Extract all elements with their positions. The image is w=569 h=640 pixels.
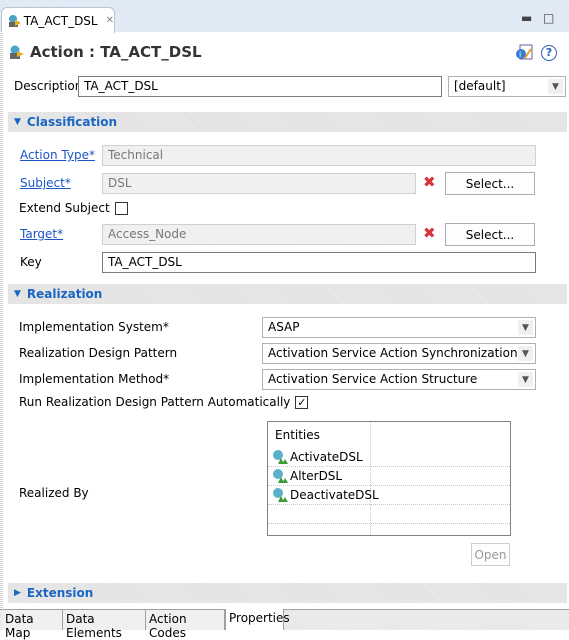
classification-section-header[interactable]: ▼ Classification (8, 112, 567, 132)
bottom-tab-bar: Data Map Data Elements Action Codes Prop… (0, 609, 569, 640)
svg-text:i: i (519, 50, 521, 59)
collapse-triangle-icon: ▶ (14, 588, 21, 598)
design-pattern-select[interactable]: Activation Service Action Synchronizatio… (262, 343, 536, 364)
run-auto-label: Run Realization Design Pattern Automatic… (19, 395, 291, 409)
extend-subject-label: Extend Subject (19, 201, 110, 215)
action-type-link[interactable]: Action Type* (20, 148, 95, 162)
tab-properties[interactable]: Properties (225, 609, 290, 630)
close-icon[interactable]: ✕ (106, 15, 114, 26)
implementation-system-select[interactable]: ASAP ▼ (262, 317, 536, 338)
section-title: Classification (26, 115, 118, 129)
realized-by-label: Realized By (19, 486, 89, 500)
expand-triangle-icon: ▼ (14, 289, 21, 299)
implementation-method-value: Activation Service Action Structure (268, 372, 478, 386)
section-title: Realization (26, 287, 103, 301)
design-pattern-value: Activation Service Action Synchronizatio… (268, 346, 518, 360)
help-icon[interactable]: ? (541, 44, 557, 61)
maximize-icon[interactable]: □ (543, 11, 554, 25)
entity-icon (273, 450, 288, 464)
editor-tab-label: TA_ACT_DSL (23, 13, 98, 28)
target-link[interactable]: Target* (20, 227, 63, 241)
subject-field: DSL (102, 173, 416, 194)
description-label: Description (14, 79, 83, 93)
info-edit-icon[interactable]: i (515, 44, 533, 61)
tab-data-map[interactable]: Data Map (2, 610, 63, 640)
page-title: Action : TA_ACT_DSL (30, 43, 202, 61)
editor-title-bar: TA_ACT_DSL ✕ ▬ □ (0, 0, 569, 33)
chevron-down-icon: ▼ (518, 372, 533, 387)
target-field: Access_Node (102, 224, 416, 245)
entities-table[interactable]: Entities ActivateDSL AlterDSL Deactivate… (267, 421, 511, 536)
entity-name: AlterDSL (290, 469, 343, 483)
extend-subject-checkbox[interactable] (114, 201, 128, 215)
key-label: Key (20, 255, 42, 269)
extension-section-header[interactable]: ▶ Extension (8, 583, 567, 603)
subject-select-button[interactable]: Select... (445, 172, 535, 195)
entity-name: ActivateDSL (290, 450, 363, 464)
entities-column-header: Entities (275, 428, 320, 442)
chevron-down-icon: ▼ (548, 79, 563, 94)
implementation-system-value: ASAP (268, 320, 300, 334)
expand-triangle-icon: ▼ (14, 117, 21, 127)
table-row[interactable]: DeactivateDSL (268, 486, 510, 505)
editor-tab[interactable]: TA_ACT_DSL ✕ (1, 7, 115, 33)
action-type-field: Technical (102, 145, 536, 166)
table-row[interactable]: AlterDSL (268, 467, 510, 486)
subject-link[interactable]: Subject* (20, 176, 71, 190)
tab-action-codes[interactable]: Action Codes (146, 610, 225, 640)
locale-select[interactable]: [default] ▼ (448, 76, 566, 97)
run-auto-checkbox[interactable]: ✓ (295, 395, 309, 409)
remove-subject-icon[interactable]: ✖ (423, 173, 436, 191)
editor-border (0, 32, 3, 610)
target-select-button[interactable]: Select... (445, 223, 535, 246)
page-header: Action : TA_ACT_DSL (8, 41, 202, 63)
remove-target-icon[interactable]: ✖ (423, 224, 436, 242)
minimize-icon[interactable]: ▬ (521, 11, 532, 25)
implementation-system-label: Implementation System* (19, 320, 169, 334)
entity-name: DeactivateDSL (290, 488, 379, 502)
section-title: Extension (26, 586, 94, 600)
chevron-down-icon: ▼ (518, 320, 533, 335)
action-icon (10, 45, 24, 59)
design-pattern-label: Realization Design Pattern (19, 346, 178, 360)
implementation-method-label: Implementation Method* (19, 372, 170, 386)
chevron-down-icon: ▼ (518, 346, 533, 361)
action-icon (9, 14, 20, 27)
open-button[interactable]: Open (471, 543, 510, 566)
implementation-method-select[interactable]: Activation Service Action Structure ▼ (262, 369, 536, 390)
tab-data-elements[interactable]: Data Elements (63, 610, 146, 640)
entity-icon (273, 469, 288, 483)
key-input[interactable]: TA_ACT_DSL (102, 252, 536, 273)
table-row-empty (268, 505, 510, 524)
locale-value: [default] (454, 79, 506, 93)
description-input[interactable]: TA_ACT_DSL (78, 76, 442, 97)
table-row[interactable]: ActivateDSL (268, 448, 510, 467)
realization-section-header[interactable]: ▼ Realization (8, 284, 567, 304)
entity-icon (273, 488, 288, 502)
